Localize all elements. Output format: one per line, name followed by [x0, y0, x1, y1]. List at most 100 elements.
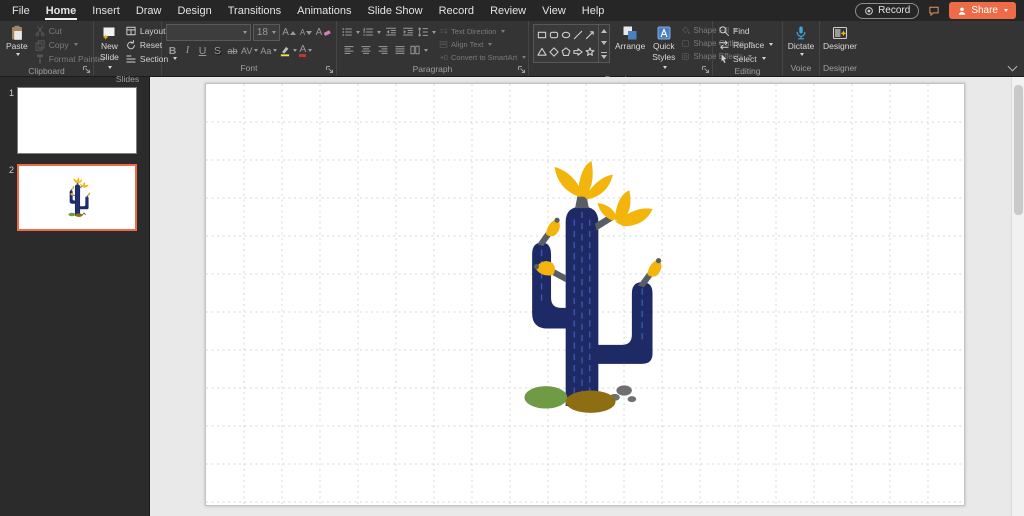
- new-slide-button[interactable]: New Slide: [98, 24, 121, 73]
- font-color-button[interactable]: A: [299, 43, 312, 58]
- arrange-button[interactable]: Arrange: [613, 24, 647, 53]
- menu-tab-review[interactable]: Review: [482, 0, 534, 21]
- menu-tab-slideshow[interactable]: Slide Show: [360, 0, 431, 21]
- drawing-dialog-launcher[interactable]: [701, 65, 710, 74]
- clear-formatting-button[interactable]: A: [316, 25, 332, 41]
- powerpoint-window: File Home Insert Draw Design Transitions…: [0, 0, 1024, 516]
- copy-label: Copy: [49, 40, 69, 50]
- align-text-button[interactable]: Align Text: [439, 38, 526, 50]
- grow-font-button[interactable]: A: [282, 25, 297, 41]
- designer-label: Designer: [823, 42, 857, 52]
- font-name-combo[interactable]: [166, 24, 251, 41]
- text-direction-button[interactable]: Text Direction: [439, 25, 526, 37]
- paragraph-dialog-launcher[interactable]: [517, 65, 526, 74]
- underline-button[interactable]: U: [196, 43, 209, 58]
- menu-tab-home[interactable]: Home: [38, 0, 85, 21]
- menu-tab-design[interactable]: Design: [169, 0, 219, 21]
- justify-button[interactable]: [392, 42, 407, 58]
- dictate-button[interactable]: Dictate: [786, 24, 816, 57]
- shape-block-arrow-icon[interactable]: [573, 47, 583, 57]
- strikethrough-button[interactable]: ab: [226, 43, 239, 58]
- shrink-font-button[interactable]: A: [299, 25, 314, 41]
- paste-button[interactable]: Paste: [4, 24, 30, 57]
- menu-tab-view[interactable]: View: [534, 0, 574, 21]
- align-left-button[interactable]: [341, 42, 356, 58]
- font-size-combo[interactable]: 18: [253, 24, 280, 41]
- shape-arrow-line-icon[interactable]: [585, 30, 595, 40]
- copy-dropdown-icon: [74, 43, 78, 46]
- designer-group-label: Designer: [820, 62, 860, 76]
- columns-button[interactable]: [409, 42, 428, 58]
- text-shadow-button[interactable]: S: [211, 43, 224, 58]
- new-slide-label-1: New: [101, 42, 118, 52]
- shape-pentagon-icon[interactable]: [561, 47, 571, 57]
- font-size-value: 18: [257, 27, 268, 38]
- select-button[interactable]: Select: [717, 52, 774, 65]
- character-spacing-button[interactable]: AV: [241, 43, 258, 58]
- shape-triangle-icon[interactable]: [537, 47, 547, 57]
- menu-tab-record[interactable]: Record: [431, 0, 482, 21]
- italic-button[interactable]: I: [181, 43, 194, 58]
- numbering-button[interactable]: [362, 24, 381, 40]
- align-right-icon: [377, 44, 389, 56]
- replace-button[interactable]: Replace: [717, 38, 774, 51]
- shape-rounded-rectangle-icon[interactable]: [549, 30, 559, 40]
- shapes-scroll-down-button[interactable]: [599, 37, 609, 49]
- menu-tab-animations[interactable]: Animations: [289, 0, 359, 21]
- slide-1-number: 1: [2, 87, 14, 98]
- ribbon-group-clipboard: Paste Cut Copy Format Painte: [0, 21, 94, 76]
- shape-diamond-icon[interactable]: [549, 47, 559, 57]
- vertical-scrollbar[interactable]: [1011, 77, 1024, 516]
- share-button[interactable]: Share: [949, 2, 1016, 19]
- select-label: Select: [733, 54, 757, 64]
- line-spacing-button[interactable]: [417, 24, 436, 40]
- highlight-dropdown-icon: [293, 49, 297, 52]
- menu-tab-insert[interactable]: Insert: [84, 0, 128, 21]
- shape-oval-icon[interactable]: [561, 30, 571, 40]
- menu-tab-draw[interactable]: Draw: [128, 0, 170, 21]
- shapes-scroll-up-button[interactable]: [599, 25, 609, 37]
- quick-styles-button[interactable]: Quick Styles: [650, 24, 677, 73]
- voice-group-label: Voice: [783, 62, 819, 76]
- menu-tab-file[interactable]: File: [4, 0, 38, 21]
- menu-tab-transitions[interactable]: Transitions: [220, 0, 289, 21]
- designer-button[interactable]: Designer: [821, 24, 859, 53]
- slide-1-preview[interactable]: [17, 87, 137, 154]
- paste-icon: [9, 25, 25, 41]
- ribbon-group-drawing: Arrange Quick Styles Shape Fill Shape: [529, 21, 713, 76]
- text-highlight-button[interactable]: [279, 43, 297, 58]
- slide-thumbnail-2[interactable]: 2: [2, 164, 143, 231]
- line-spacing-icon: [417, 26, 429, 38]
- slide-thumbnail-1[interactable]: 1: [2, 87, 143, 154]
- menu-tab-help[interactable]: Help: [574, 0, 613, 21]
- clipboard-dialog-launcher[interactable]: [82, 65, 91, 74]
- cactus-illustration[interactable]: [496, 158, 668, 420]
- clipboard-group-label: Clipboard: [0, 65, 93, 78]
- align-right-button[interactable]: [375, 42, 390, 58]
- slide-thumbnail-panel: 1 2: [0, 77, 150, 516]
- numbering-icon: [362, 26, 374, 38]
- decrease-indent-button[interactable]: [383, 24, 398, 40]
- format-painter-icon: [34, 53, 46, 65]
- comments-button[interactable]: [928, 5, 940, 17]
- dictate-label: Dictate: [788, 42, 814, 52]
- vertical-scrollbar-thumb[interactable]: [1014, 85, 1023, 215]
- bold-button[interactable]: B: [166, 43, 179, 58]
- shape-star-icon[interactable]: [585, 47, 595, 57]
- convert-to-smartart-button[interactable]: Convert to SmartArt: [439, 51, 526, 63]
- slide-2-preview[interactable]: [17, 164, 137, 231]
- find-button[interactable]: Find: [717, 24, 774, 37]
- increase-indent-button[interactable]: [400, 24, 415, 40]
- shapes-gallery[interactable]: [533, 24, 610, 63]
- bullets-button[interactable]: [341, 24, 360, 40]
- shape-line-icon[interactable]: [573, 30, 583, 40]
- shape-rectangle-icon[interactable]: [537, 30, 547, 40]
- record-button[interactable]: Record: [855, 3, 919, 19]
- align-center-button[interactable]: [358, 42, 373, 58]
- slide-editing-area[interactable]: [205, 83, 965, 506]
- paste-label: Paste: [6, 42, 28, 52]
- font-dialog-launcher[interactable]: [325, 65, 334, 74]
- change-case-button[interactable]: Aa: [260, 43, 277, 58]
- replace-label: Replace: [733, 40, 764, 50]
- shapes-more-button[interactable]: [599, 50, 609, 62]
